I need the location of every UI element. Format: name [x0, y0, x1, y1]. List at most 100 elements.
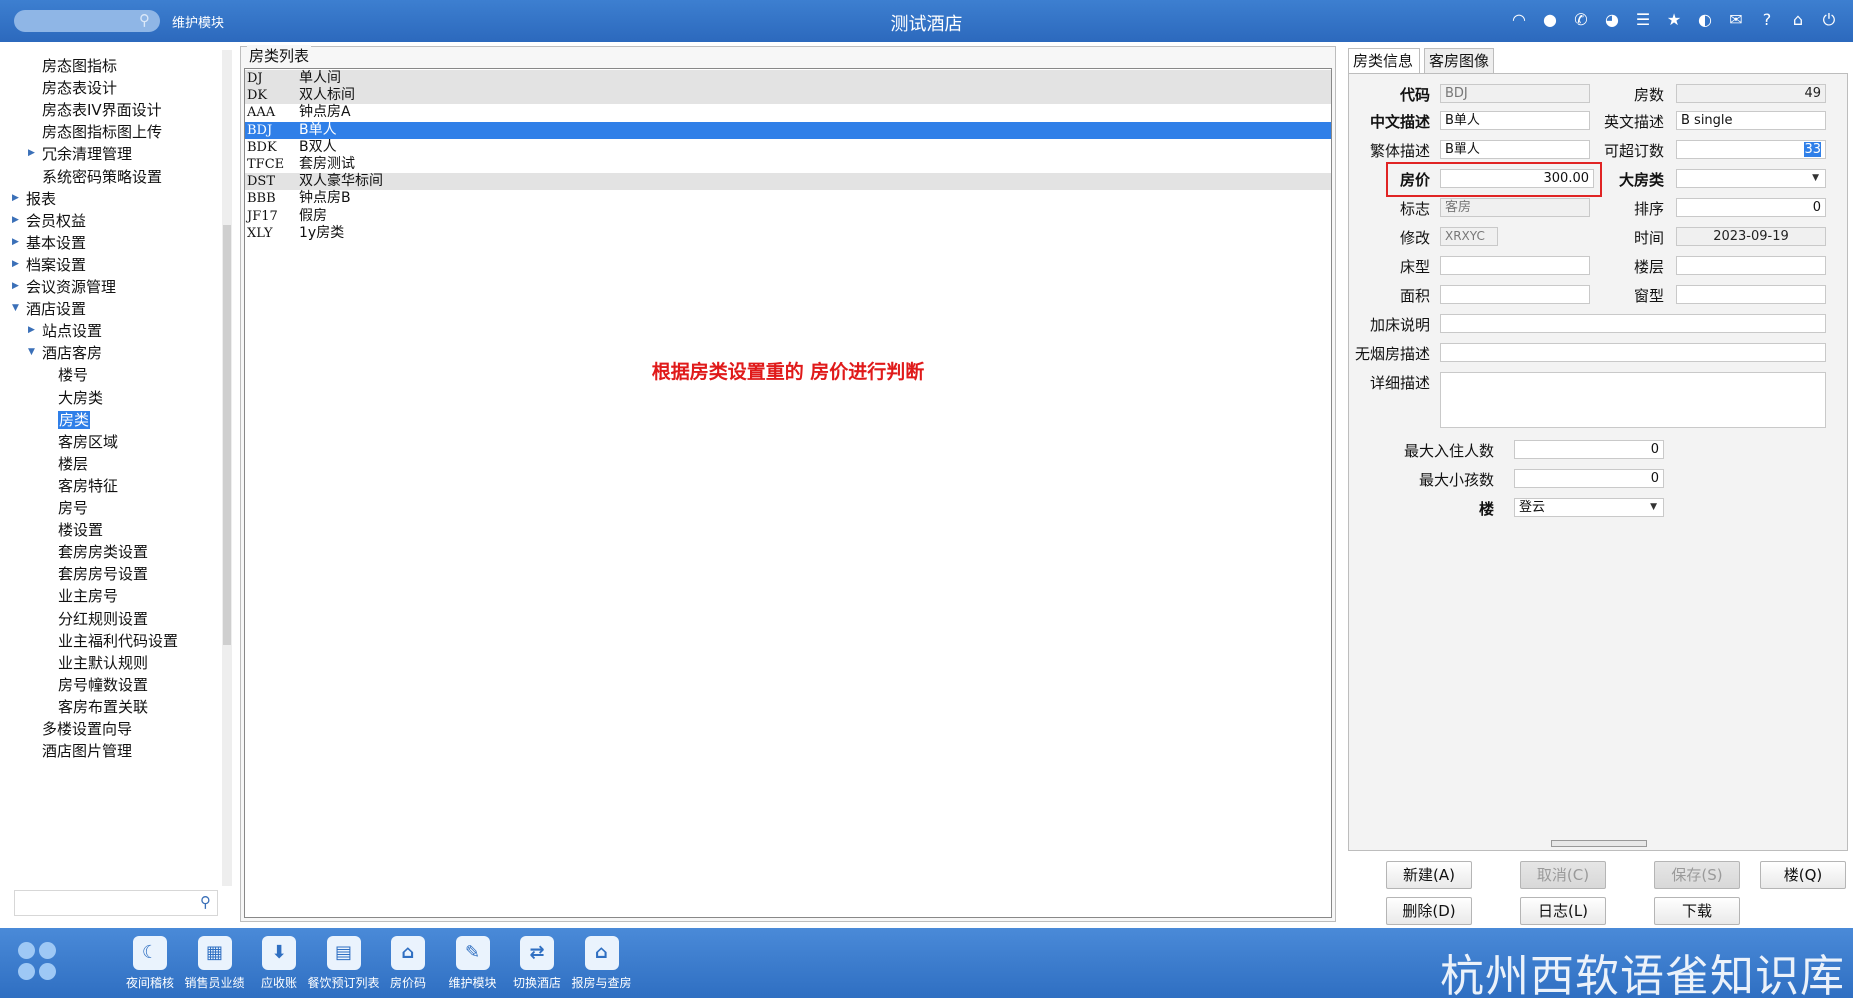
max-children-field[interactable]: 0: [1514, 469, 1664, 488]
delete-button[interactable]: 删除(D): [1386, 897, 1472, 925]
tree-item[interactable]: 酒店客房: [42, 341, 102, 365]
tree-item[interactable]: 房类: [58, 408, 91, 432]
tree-item[interactable]: 客房区域: [58, 430, 118, 454]
area-field[interactable]: [1440, 285, 1590, 304]
chevron-right-icon[interactable]: ▶: [12, 259, 19, 269]
tree-item[interactable]: 套房房号设置: [58, 562, 148, 586]
list-row[interactable]: BBB 钟点房B: [245, 190, 1331, 207]
phone-icon[interactable]: ✆: [1571, 10, 1591, 30]
price-field[interactable]: 300.00: [1440, 169, 1594, 188]
wifi-icon[interactable]: ◠: [1509, 10, 1529, 30]
tree-item[interactable]: 房号: [58, 496, 88, 520]
tree-item[interactable]: 站点设置: [42, 319, 102, 343]
theme-icon[interactable]: ◐: [1695, 10, 1715, 30]
tree-item[interactable]: 酒店图片管理: [42, 739, 132, 763]
tree-item[interactable]: 楼设置: [58, 518, 103, 542]
tree-item[interactable]: 房态表IV界面设计: [42, 98, 162, 122]
tree-item[interactable]: 报表: [26, 187, 56, 211]
bed-type-field[interactable]: [1440, 256, 1590, 275]
chat-icon[interactable]: ●: [1540, 10, 1560, 30]
tree-item[interactable]: 套房房类设置: [58, 540, 148, 564]
tree-item[interactable]: 系统密码策略设置: [42, 165, 162, 189]
chevron-down-icon[interactable]: ▼: [28, 347, 35, 357]
list-row[interactable]: BDK B双人: [245, 139, 1331, 156]
tree-item[interactable]: 基本设置: [26, 231, 86, 255]
chevron-right-icon[interactable]: ▶: [12, 237, 19, 247]
dock-item[interactable]: ⌂ 报房与查房: [562, 936, 642, 991]
tree-item[interactable]: 业主福利代码设置: [58, 629, 178, 653]
floor-field[interactable]: [1676, 256, 1826, 275]
list-row[interactable]: JF17 假房: [245, 208, 1331, 225]
chevron-right-icon[interactable]: ▶: [12, 215, 19, 225]
window-type-field[interactable]: [1676, 285, 1826, 304]
chinese-desc-field[interactable]: B单人: [1440, 111, 1590, 130]
tree-item-label: 客房区域: [58, 432, 119, 451]
download-button[interactable]: 下载: [1654, 897, 1740, 925]
tree-item[interactable]: 房号幢数设置: [58, 673, 148, 697]
tree-item[interactable]: 客房布置关联: [58, 695, 148, 719]
home-icon[interactable]: ⌂: [1788, 10, 1808, 30]
order-field[interactable]: 0: [1676, 198, 1826, 217]
chevron-right-icon[interactable]: ▶: [12, 193, 19, 203]
list-row[interactable]: DJ 单人间: [245, 70, 1331, 87]
tree-scrollbar[interactable]: [222, 50, 232, 886]
tree-item[interactable]: 房态图指标: [42, 54, 117, 78]
flag-field[interactable]: 客房: [1440, 198, 1590, 217]
list-row[interactable]: DK 双人标间: [245, 87, 1331, 105]
tree-item[interactable]: 分红规则设置: [58, 607, 148, 631]
tree-item[interactable]: 客房特征: [58, 474, 118, 498]
overbook-field[interactable]: 33: [1676, 140, 1826, 159]
palette-icon[interactable]: ◕: [1602, 10, 1622, 30]
extra-bed-field[interactable]: [1440, 314, 1826, 333]
tree-item[interactable]: 业主房号: [58, 584, 118, 608]
chevron-right-icon[interactable]: ▶: [12, 281, 19, 291]
building-select[interactable]: 登云 ▼: [1514, 498, 1664, 517]
tree-item[interactable]: 多楼设置向导: [42, 717, 132, 741]
tree-search-input[interactable]: [14, 890, 218, 916]
tree-item[interactable]: 档案设置: [26, 253, 86, 277]
detail-desc-field[interactable]: [1440, 372, 1826, 428]
tab-room-type-info[interactable]: 房类信息: [1348, 48, 1420, 74]
max-guests-field[interactable]: 0: [1514, 440, 1664, 459]
tree-item[interactable]: 楼号: [58, 363, 88, 387]
app-logo[interactable]: [18, 942, 58, 982]
big-room-type-select[interactable]: ▼: [1676, 169, 1826, 188]
traditional-desc-field[interactable]: B單人: [1440, 140, 1590, 159]
list-row[interactable]: AAA 钟点房A: [245, 104, 1331, 121]
code-field[interactable]: BDJ: [1440, 84, 1590, 103]
chevron-right-icon[interactable]: ▶: [28, 148, 35, 158]
list-row[interactable]: XLY 1y房类: [245, 225, 1331, 242]
menu-icon[interactable]: ☰: [1633, 10, 1653, 30]
tree-search-icon[interactable]: ⚲: [200, 893, 211, 911]
mail-icon[interactable]: ✉: [1726, 10, 1746, 30]
list-row[interactable]: DST 双人豪华标间: [245, 173, 1331, 191]
help-icon[interactable]: ?: [1757, 10, 1777, 30]
tab-room-image[interactable]: 客房图像: [1424, 48, 1494, 74]
list-row[interactable]: TFCE 套房测试: [245, 156, 1331, 173]
panel-resize-grip[interactable]: [1551, 840, 1647, 847]
tree-item[interactable]: 房态表设计: [42, 76, 117, 100]
list-row[interactable]: BDJ B单人: [245, 121, 1331, 139]
tree-item[interactable]: 会员权益: [26, 209, 86, 233]
tree-item[interactable]: 业主默认规则: [58, 651, 148, 675]
tree-scrollbar-thumb[interactable]: [223, 225, 231, 645]
tree-item[interactable]: 酒店设置: [26, 297, 86, 321]
log-button[interactable]: 日志(L): [1520, 897, 1606, 925]
tree-item[interactable]: 大房类: [58, 386, 103, 410]
new-button[interactable]: 新建(A): [1386, 861, 1472, 889]
chevron-down-icon[interactable]: ▼: [12, 303, 19, 313]
save-button[interactable]: 保存(S): [1654, 861, 1740, 889]
chevron-right-icon[interactable]: ▶: [28, 325, 35, 335]
cancel-button[interactable]: 取消(C): [1520, 861, 1606, 889]
tree-item-label: 楼层: [58, 454, 89, 473]
building-button[interactable]: 楼(Q): [1760, 861, 1846, 889]
rooms-field[interactable]: 49: [1676, 84, 1826, 103]
star-icon[interactable]: ★: [1664, 10, 1684, 30]
power-icon[interactable]: ⏻: [1819, 10, 1839, 30]
tree-item[interactable]: 冗余清理管理: [42, 142, 132, 166]
non-smoking-field[interactable]: [1440, 343, 1826, 362]
tree-item[interactable]: 房态图指标图上传: [42, 120, 162, 144]
tree-item[interactable]: 楼层: [58, 452, 88, 476]
english-desc-field[interactable]: B single: [1676, 111, 1826, 130]
tree-item[interactable]: 会议资源管理: [26, 275, 116, 299]
